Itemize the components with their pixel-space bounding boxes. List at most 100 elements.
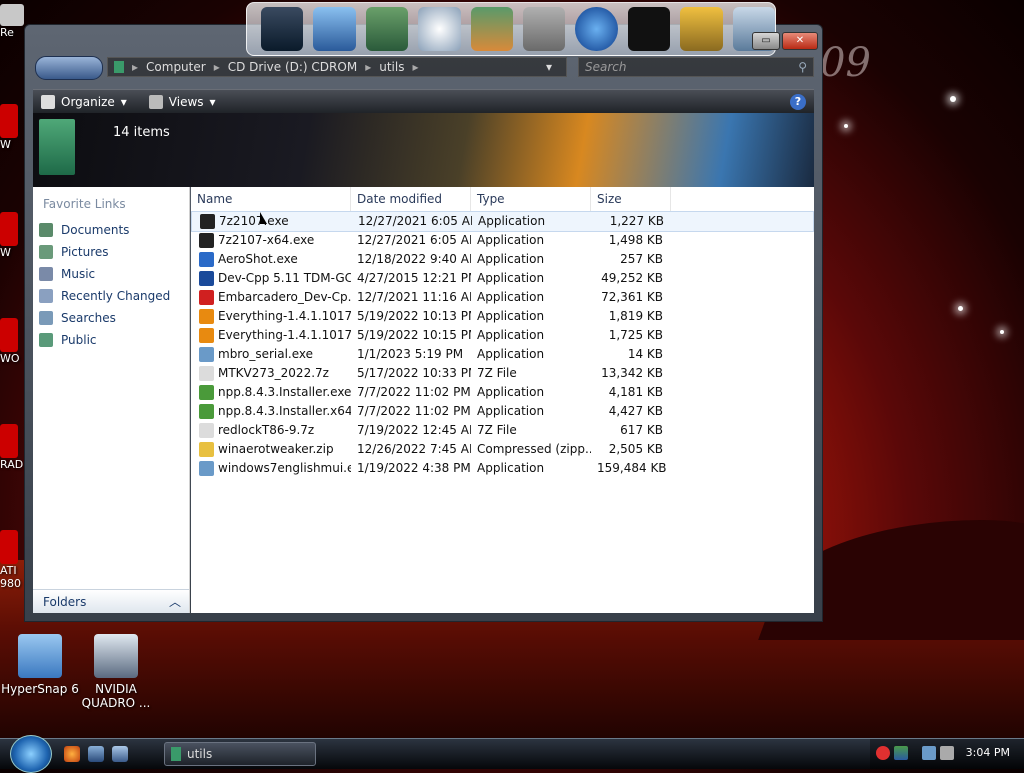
- recycle-bin-icon: [0, 4, 24, 26]
- monitor-icon[interactable]: [261, 7, 304, 51]
- file-type: 7Z File: [477, 366, 517, 380]
- file-row[interactable]: winaerotweaker.zip 12/26/2022 7:45 AM Comp…: [191, 440, 814, 459]
- pictures-icon[interactable]: [470, 7, 514, 51]
- desktop-icon-edge-4[interactable]: RAD: [0, 424, 24, 471]
- dvd-icon[interactable]: [418, 7, 461, 51]
- tools-icon[interactable]: [523, 7, 566, 51]
- file-type-icon: [199, 366, 214, 381]
- file-size: 617 KB: [620, 423, 663, 437]
- desktop-icon-recycle[interactable]: Re: [0, 4, 24, 39]
- file-size: 1,819 KB: [608, 309, 663, 323]
- file-row[interactable]: mbro_serial.exe 1/1/2023 5:19 PM Applicati…: [191, 345, 814, 364]
- breadcrumb-utils[interactable]: utils: [379, 60, 404, 74]
- clock[interactable]: 3:04 PM: [966, 746, 1010, 759]
- file-name: AeroShot.exe: [191, 250, 351, 269]
- file-date: 5/17/2022 10:33 PM: [357, 366, 471, 380]
- file-row[interactable]: 7z2107.exe 12/27/2021 6:05 AM Application 1…: [191, 211, 814, 232]
- column-header-size[interactable]: Size: [591, 187, 671, 211]
- folders-toggle[interactable]: Folders ︿: [33, 589, 189, 613]
- nav-item-pictures[interactable]: Pictures: [33, 241, 189, 263]
- details-banner: 14 items: [33, 113, 814, 187]
- back-forward-buttons[interactable]: [35, 56, 103, 80]
- show-desktop-icon[interactable]: [88, 746, 104, 762]
- search-icon[interactable]: ⚲: [798, 60, 807, 74]
- hypersnap-icon: [18, 634, 62, 678]
- nav-item-documents[interactable]: Documents: [33, 219, 189, 241]
- column-header-date[interactable]: Date modified: [351, 187, 471, 211]
- desktop-icon-edge-1[interactable]: W: [0, 104, 24, 151]
- column-header-type[interactable]: Type: [471, 187, 591, 211]
- address-bar[interactable]: ▸ Computer ▸ CD Drive (D:) CDROM ▸ utils…: [107, 57, 567, 77]
- network-tray-icon[interactable]: [922, 746, 936, 760]
- wallpaper-star: [958, 306, 963, 311]
- maximize-button[interactable]: ▭: [752, 32, 780, 50]
- breadcrumb-computer[interactable]: Computer: [146, 60, 206, 74]
- desktop-icon-edge-5[interactable]: ATI 980: [0, 530, 24, 590]
- searches-icon: [39, 311, 53, 325]
- file-size: 49,252 KB: [601, 271, 663, 285]
- file-row[interactable]: redlockT86-9.7z 7/19/2022 12:45 AM 7Z File…: [191, 421, 814, 440]
- file-date: 1/19/2022 4:38 PM: [357, 461, 471, 475]
- command-bar: Organize ▾ Views ▾ ?: [33, 89, 814, 114]
- wallpaper-star: [844, 124, 848, 128]
- close-button[interactable]: ✕: [782, 32, 818, 50]
- file-row[interactable]: Dev-Cpp 5.11 TDM-GC... 4/27/2015 12:21 PM…: [191, 269, 814, 288]
- tshirt-icon[interactable]: [627, 7, 671, 51]
- file-row[interactable]: Everything-1.4.1.1017.x... 5/19/2022 10:1…: [191, 326, 814, 345]
- security-alert-icon[interactable]: [876, 746, 890, 760]
- file-type-icon: [199, 442, 214, 457]
- file-name: mbro_serial.exe: [191, 345, 351, 364]
- nav-item-searches[interactable]: Searches: [33, 307, 189, 329]
- file-type: Application: [477, 309, 545, 323]
- explorer-window: ▸ Computer ▸ CD Drive (D:) CDROM ▸ utils…: [24, 24, 823, 622]
- globe-icon[interactable]: [575, 7, 618, 51]
- file-row[interactable]: 7z2107-x64.exe 12/27/2021 6:05 AM Applicat…: [191, 231, 814, 250]
- file-size: 257 KB: [620, 252, 663, 266]
- breadcrumb-cd-drive[interactable]: CD Drive (D:) CDROM: [228, 60, 357, 74]
- nav-item-music[interactable]: Music: [33, 263, 189, 285]
- file-row[interactable]: npp.8.4.3.Installer.x64.e... 7/7/2022 11:…: [191, 402, 814, 421]
- file-type-icon: [200, 214, 215, 229]
- file-date: 5/19/2022 10:15 PM: [357, 328, 471, 342]
- file-row[interactable]: AeroShot.exe 12/18/2022 9:40 AM Applicatio…: [191, 250, 814, 269]
- chevron-down-icon[interactable]: ▾: [546, 60, 552, 74]
- taskbar-item-utils[interactable]: utils: [164, 742, 316, 766]
- search-input[interactable]: Search ⚲: [578, 57, 814, 77]
- nav-item-public[interactable]: Public: [33, 329, 189, 351]
- file-date: 7/7/2022 11:02 PM: [357, 385, 471, 399]
- help-button[interactable]: ?: [790, 94, 806, 110]
- organize-button[interactable]: Organize ▾: [41, 95, 127, 109]
- file-row[interactable]: npp.8.4.3.Installer.exe 7/7/2022 11:02 PM…: [191, 383, 814, 402]
- file-row[interactable]: Embarcadero_Dev-Cp... 12/7/2021 11:16 AM A…: [191, 288, 814, 307]
- file-type-icon: [199, 404, 214, 419]
- nvidia-icon: [94, 634, 138, 678]
- switch-windows-icon[interactable]: [112, 746, 128, 762]
- file-size: 4,427 KB: [608, 404, 663, 418]
- documents-icon[interactable]: [365, 7, 409, 51]
- firefox-icon[interactable]: [64, 746, 80, 762]
- hammer-icon[interactable]: [680, 7, 723, 51]
- file-list: Name Date modified Type Size 7z2107.exe 1…: [191, 187, 814, 613]
- file-type: Compressed (zipp...: [477, 442, 591, 456]
- nav-item-recently-changed[interactable]: Recently Changed: [33, 285, 189, 307]
- desktop-icon-edge-3[interactable]: WO: [0, 318, 24, 365]
- file-list-header: Name Date modified Type Size: [191, 187, 814, 212]
- file-size: 1,725 KB: [608, 328, 663, 342]
- file-type: Application: [477, 385, 545, 399]
- app-icon: [0, 530, 18, 564]
- desktop-icon-edge-2[interactable]: W: [0, 212, 24, 259]
- file-row[interactable]: Everything-1.4.1.1017.x... 5/19/2022 10:1…: [191, 307, 814, 326]
- volume-muted-icon[interactable]: [940, 746, 954, 760]
- column-header-name[interactable]: Name: [191, 187, 351, 211]
- network-icon[interactable]: [313, 7, 356, 51]
- views-button[interactable]: Views ▾: [148, 95, 216, 109]
- desktop-icon-nvidia[interactable]: NVIDIA QUADRO ...: [76, 634, 156, 710]
- start-button[interactable]: [10, 735, 52, 773]
- windows-flag-icon[interactable]: [894, 746, 908, 760]
- file-row[interactable]: MTKV273_2022.7z 5/17/2022 10:33 PM 7Z File…: [191, 364, 814, 383]
- file-date: 12/27/2021 6:05 AM: [357, 233, 471, 247]
- file-type: Application: [477, 328, 545, 342]
- file-row[interactable]: windows7englishmui.e... 1/19/2022 4:38 PM…: [191, 459, 814, 478]
- desktop-icon-hypersnap[interactable]: HyperSnap 6: [0, 634, 80, 696]
- folder-icon: [171, 747, 181, 761]
